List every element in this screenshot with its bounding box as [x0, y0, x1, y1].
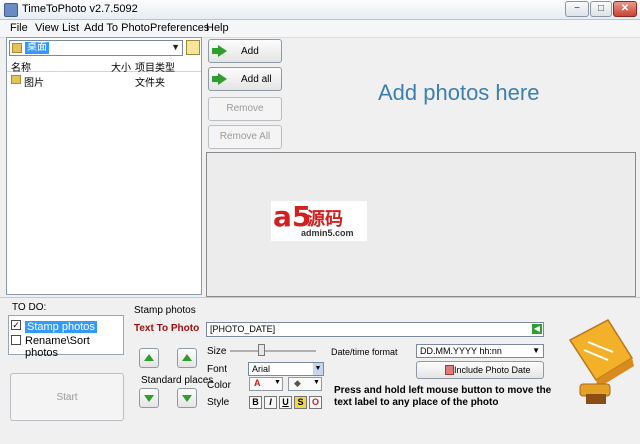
app-icon	[4, 3, 18, 17]
underline-button[interactable]: U	[279, 396, 292, 409]
stamp-text-input[interactable]: [PHOTO_DATE]	[206, 322, 544, 337]
arrow-up-icon	[144, 354, 154, 361]
place-top-right-button[interactable]	[177, 348, 197, 368]
item-type: 文件夹	[135, 78, 165, 89]
column-name[interactable]: 名称	[11, 59, 31, 74]
up-folder-button[interactable]	[186, 40, 200, 55]
menu-list[interactable]: List	[62, 22, 79, 34]
path-combobox[interactable]: 桌面 ▼	[9, 40, 183, 56]
size-slider[interactable]	[230, 350, 316, 352]
place-bottom-left-button[interactable]	[139, 388, 159, 408]
folder-icon	[12, 43, 22, 53]
minimize-button[interactable]: −	[565, 1, 589, 17]
arrow-up-icon	[182, 354, 192, 361]
remove-button[interactable]: Remove	[208, 97, 282, 121]
watermark-logo: a5 源码 admin5.com	[271, 201, 367, 241]
menu-help[interactable]: Help	[206, 22, 229, 34]
include-photo-date-button[interactable]: Include Photo Date	[416, 361, 544, 379]
checkbox[interactable]	[11, 335, 21, 345]
logo-mark: a5	[273, 200, 312, 233]
arrow-right-icon	[218, 73, 227, 85]
maximize-button[interactable]: □	[590, 1, 612, 17]
standard-places-label: Standard places	[141, 375, 214, 386]
text-color-button[interactable]: A ▼	[249, 377, 283, 391]
menu-bar: File View List Add To Photo Preferences …	[0, 20, 640, 38]
todo-item-stamp[interactable]: ✓ Stamp photos	[11, 319, 121, 333]
arrow-right-icon	[218, 45, 227, 57]
todo-item-label: Stamp photos	[25, 321, 97, 333]
calendar-icon	[445, 365, 454, 375]
todo-item-label: Rename\Sort photos	[25, 335, 90, 359]
remove-all-button[interactable]: Remove All	[208, 125, 282, 149]
add-button[interactable]: Add	[208, 39, 282, 63]
column-header: 名称 大小 项目类型	[7, 58, 201, 74]
list-item[interactable]: 图片 文件夹	[7, 73, 201, 89]
logo-url: admin5.com	[301, 228, 354, 238]
file-browser: 桌面 ▼ 名称 大小 项目类型 图片 文件夹	[6, 37, 202, 295]
datetime-format-value: DD.MM.YYYY hh:nn	[420, 346, 502, 356]
font-label: Font	[207, 364, 228, 375]
italic-button[interactable]: I	[264, 396, 277, 409]
place-bottom-right-button[interactable]	[177, 388, 197, 408]
start-button[interactable]: Start	[10, 373, 124, 421]
rubber-stamp-illustration	[568, 319, 634, 404]
text-color-icon: A	[254, 378, 261, 388]
chevron-down-icon[interactable]: ▼	[313, 363, 323, 375]
font-select[interactable]: Arial ▼	[248, 362, 324, 376]
size-label: Size	[207, 346, 227, 357]
chevron-down-icon: ▼	[313, 379, 320, 386]
add-all-label: Add all	[241, 74, 272, 85]
title-bar: TimeToPhoto v2.7.5092 − □ ✕	[0, 0, 640, 20]
add-all-button[interactable]: Add all	[208, 67, 282, 91]
menu-view[interactable]: View	[35, 22, 59, 34]
style-label: Style	[207, 397, 230, 408]
close-button[interactable]: ✕	[613, 1, 637, 17]
text-to-photo-label: Text To Photo	[134, 323, 200, 334]
shadow-button[interactable]: S	[294, 396, 307, 409]
path-value: 桌面	[25, 42, 49, 54]
todo-item-rename[interactable]: Rename\Sort photos	[11, 334, 121, 359]
apply-text-button[interactable]: ◀	[532, 324, 542, 334]
todo-list: ✓ Stamp photos Rename\Sort photos	[8, 315, 124, 359]
stamp-section-title: Stamp photos	[134, 305, 196, 316]
font-value: Arial	[252, 364, 271, 374]
datetime-format-select[interactable]: DD.MM.YYYY hh:nn ▼	[416, 344, 544, 358]
menu-preferences[interactable]: Preferences	[150, 22, 209, 34]
column-type[interactable]: 项目类型	[135, 59, 175, 74]
bold-button[interactable]: B	[249, 396, 262, 409]
size-slider-thumb[interactable]	[258, 344, 265, 356]
window-title: TimeToPhoto v2.7.5092	[22, 3, 138, 15]
chevron-down-icon[interactable]: ▼	[171, 42, 180, 52]
arrow-down-icon	[182, 395, 192, 402]
folder-icon	[11, 75, 21, 84]
chevron-down-icon[interactable]: ▼	[532, 345, 540, 357]
item-name: 图片	[24, 78, 44, 89]
menu-add-to-photo[interactable]: Add To Photo	[84, 22, 150, 34]
menu-file[interactable]: File	[10, 22, 28, 34]
outline-button[interactable]: O	[309, 396, 322, 409]
column-size[interactable]: 大小	[111, 59, 131, 74]
datetime-format-label: Date/time format	[331, 347, 398, 357]
place-top-left-button[interactable]	[139, 348, 159, 368]
chevron-down-icon: ▼	[274, 379, 281, 386]
fill-color-button[interactable]: ◆ ▼	[288, 377, 322, 391]
move-label-hint: Press and hold left mouse button to move…	[334, 385, 552, 408]
paint-bucket-icon: ◆	[294, 378, 301, 388]
color-label: Color	[207, 380, 231, 391]
checkbox-checked[interactable]: ✓	[11, 320, 21, 330]
arrow-down-icon	[144, 395, 154, 402]
add-label: Add	[241, 46, 259, 57]
add-photos-hint: Add photos here	[378, 80, 540, 105]
include-photo-date-label: Include Photo Date	[454, 365, 531, 375]
todo-label: TO DO:	[12, 302, 47, 313]
